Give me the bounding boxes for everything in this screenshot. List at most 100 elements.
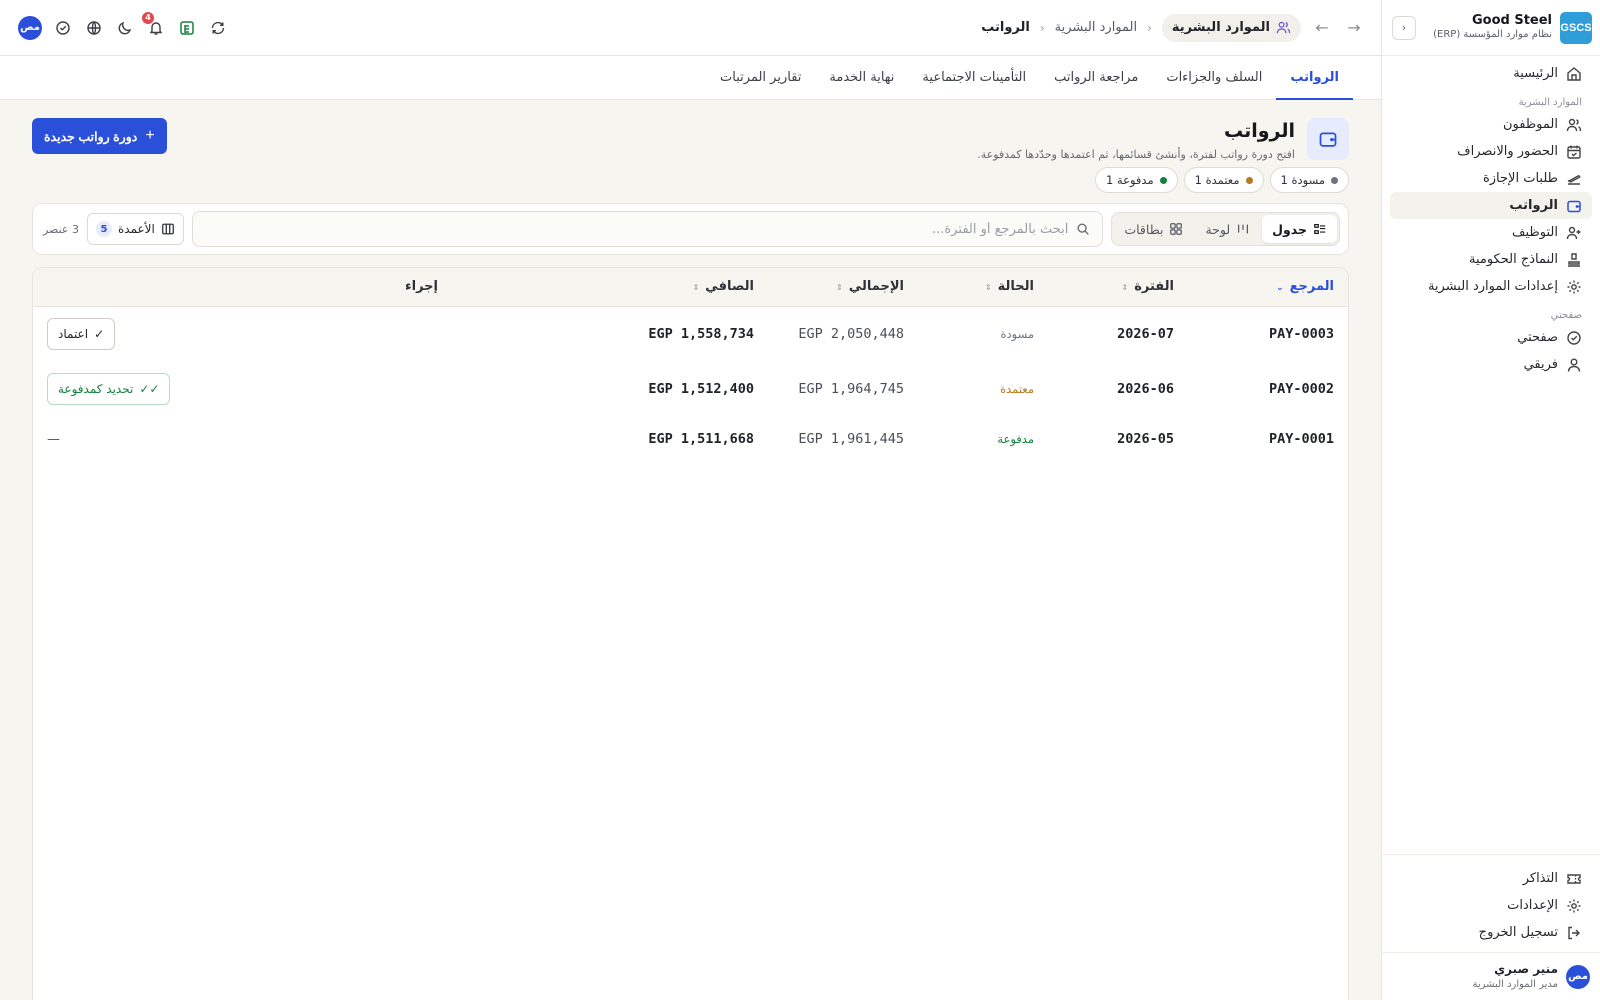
column-header-status[interactable]: الحالة ⇕ xyxy=(918,268,1048,307)
sidebar-item-my-team[interactable]: فريقي xyxy=(1390,351,1592,378)
status-chip-paid[interactable]: مدفوعة 1 xyxy=(1094,167,1178,193)
tab-end-of-service[interactable]: نهاية الخدمة xyxy=(815,56,908,100)
new-payroll-cycle-button[interactable]: + دورة رواتب جديدة xyxy=(32,118,167,154)
main-area: → ← الموارد البشرية ‹ الموارد البشرية ‹ … xyxy=(0,0,1381,1000)
item-count: 3 عنصر xyxy=(43,222,79,236)
column-header-label: الصافي xyxy=(705,279,754,295)
column-header-label: الفترة xyxy=(1134,279,1174,295)
spreadsheet-icon[interactable] xyxy=(177,18,197,38)
tab-payroll[interactable]: الرواتب xyxy=(1276,56,1353,100)
sidebar-item-logout[interactable]: تسجيل الخروج xyxy=(1390,919,1592,946)
sidebar-item-label: طلبات الإجازة xyxy=(1482,171,1558,186)
sidebar-item-label: النماذج الحكومية xyxy=(1468,252,1558,267)
avatar[interactable]: مص xyxy=(18,15,42,40)
plus-icon: + xyxy=(145,127,155,144)
kanban-icon xyxy=(1236,222,1250,236)
column-header-net[interactable]: الصافي ⇕ xyxy=(452,268,768,307)
sidebar-item-tickets[interactable]: التذاكر xyxy=(1390,865,1592,892)
view-table-button[interactable]: جدول xyxy=(1262,215,1337,243)
collapse-sidebar-button[interactable]: ‹ xyxy=(1392,15,1416,40)
sidebar-item-gov-forms[interactable]: النماذج الحكومية xyxy=(1390,246,1592,273)
globe-icon[interactable] xyxy=(84,18,104,38)
gear-icon xyxy=(1566,898,1582,914)
sidebar-item-label: تسجيل الخروج xyxy=(1478,925,1558,940)
logout-icon xyxy=(1566,925,1582,941)
page-content: الرواتب افتح دورة رواتب لفترة، وأنشئ قسا… xyxy=(0,100,1381,1000)
search-box xyxy=(191,211,1104,247)
plane-icon xyxy=(1566,171,1582,187)
sidebar-item-payroll[interactable]: الرواتب xyxy=(1390,192,1592,219)
tab-payroll-review[interactable]: مراجعة الرواتب xyxy=(1040,56,1152,100)
users-icon xyxy=(1276,20,1291,35)
topbar: → ← الموارد البشرية ‹ الموارد البشرية ‹ … xyxy=(0,0,1381,56)
sidebar-item-home[interactable]: الرئيسية xyxy=(1390,60,1592,87)
tab-social-insurance[interactable]: التأمينات الاجتماعية xyxy=(908,56,1040,100)
refresh-icon[interactable] xyxy=(208,18,228,38)
search-icon xyxy=(1076,222,1090,236)
sidebar-group-my-page: صفحتي xyxy=(1550,310,1582,321)
sort-icon: ⇕ xyxy=(984,283,992,293)
column-header-action: إجراء xyxy=(33,268,452,307)
topbar-actions: مص 4 xyxy=(18,11,228,40)
tab-payroll-reports[interactable]: تقارير المرتبات xyxy=(706,56,815,100)
view-cards-button[interactable]: بطاقات xyxy=(1114,215,1193,243)
sidebar-item-employees[interactable]: الموظفون xyxy=(1390,111,1592,138)
table-row[interactable]: PAY-0002 2026-06 معتمدة EGP 1,964,745 EG… xyxy=(33,361,1348,417)
column-header-period[interactable]: الفترة ⇕ xyxy=(1048,268,1188,307)
table-row[interactable]: PAY-0003 2026-07 مسودة EGP 2,050,448 EGP… xyxy=(33,306,1348,361)
user-role: مدير الموارد البشرية xyxy=(1472,978,1558,990)
status-chip-label: معتمدة 1 xyxy=(1194,173,1240,187)
sidebar-item-settings[interactable]: الإعدادات xyxy=(1390,892,1592,919)
user-plus-icon xyxy=(1566,225,1582,241)
column-header-label: إجراء xyxy=(404,279,438,295)
calendar-check-icon xyxy=(1566,144,1582,160)
arrow-right-icon[interactable]: → xyxy=(1343,17,1365,39)
approve-button[interactable]: ✓ اعتماد xyxy=(47,317,116,350)
status-chip-approved[interactable]: معتمدة 1 xyxy=(1183,167,1264,193)
view-board-button[interactable]: لوحة xyxy=(1195,215,1260,243)
page-heading: الرواتب افتح دورة رواتب لفترة، وأنشئ قسا… xyxy=(977,118,1349,161)
sidebar-item-my-page[interactable]: صفحتي xyxy=(1390,324,1592,351)
sidebar-header: GSCS Good Steel نظام موارد المؤسسة (ERP)… xyxy=(1382,0,1600,56)
page-header: الرواتب افتح دورة رواتب لفترة، وأنشئ قسا… xyxy=(32,118,1349,161)
columns-button[interactable]: الأعمدة 5 xyxy=(87,213,184,245)
search-input[interactable] xyxy=(204,221,1069,237)
sidebar-item-recruitment[interactable]: التوظيف xyxy=(1390,219,1592,246)
column-header-label: الحالة xyxy=(997,279,1034,295)
tab-advances-penalties[interactable]: السلف والجزاءات xyxy=(1152,56,1276,100)
table-row[interactable]: PAY-0001 2026-05 مدفوعة EGP 1,961,445 EG… xyxy=(33,417,1348,461)
status-chip-draft[interactable]: مسودة 1 xyxy=(1269,167,1349,193)
sidebar-item-label: إعدادات الموارد البشرية xyxy=(1427,279,1558,294)
sidebar-item-attendance[interactable]: الحضور والانصراف xyxy=(1390,138,1592,165)
breadcrumb-module[interactable]: الموارد البشرية xyxy=(1161,13,1301,42)
sidebar: GSCS Good Steel نظام موارد المؤسسة (ERP)… xyxy=(1381,0,1600,1000)
table-header-row: المرجع⌄ الفترة⇕ الحالة ⇕ الإجمالي⇕ الصافي… xyxy=(33,268,1348,307)
mark-paid-button[interactable]: ✓✓ تحديد كمدفوعة xyxy=(47,373,171,405)
column-header-gross[interactable]: الإجمالي ⇕ xyxy=(768,268,918,307)
status-chip-label: مسودة 1 xyxy=(1280,173,1326,187)
column-header-ref[interactable]: المرجع ⌄ xyxy=(1188,268,1348,307)
breadcrumb-section[interactable]: الموارد البشرية xyxy=(1055,20,1137,35)
sidebar-item-label: التوظيف xyxy=(1512,225,1558,240)
home-icon xyxy=(1566,66,1582,82)
sidebar-item-leave[interactable]: طلبات الإجازة xyxy=(1390,165,1592,192)
sidebar-bottom: التذاكر الإعدادات تسجيل الخروج xyxy=(1382,854,1600,952)
view-table-label: جدول xyxy=(1272,221,1307,237)
user-info: منير صبري مدير الموارد البشرية xyxy=(1472,962,1558,991)
cell-status: معتمدة xyxy=(1000,382,1034,396)
check-circle-icon[interactable] xyxy=(53,18,73,38)
arrow-left-icon[interactable]: ← xyxy=(1311,17,1333,39)
bell-icon[interactable]: 4 xyxy=(142,11,166,38)
no-action: — xyxy=(47,431,60,447)
user-profile[interactable]: مص منير صبري مدير الموارد البشرية xyxy=(1382,952,1600,1000)
sidebar-item-hr-settings[interactable]: إعدادات الموارد البشرية xyxy=(1390,273,1592,300)
payroll-tabs: الرواتب السلف والجزاءات مراجعة الرواتب ا… xyxy=(0,56,1381,100)
app-shell: GSCS Good Steel نظام موارد المؤسسة (ERP)… xyxy=(0,0,1600,1000)
brand-subtitle: نظام موارد المؤسسة (ERP) xyxy=(1433,29,1552,41)
status-chips: مسودة 1 معتمدة 1 مدفوعة 1 xyxy=(32,167,1349,193)
sort-desc-icon: ⌄ xyxy=(1276,283,1284,294)
cell-status: مسودة xyxy=(1000,326,1034,341)
moon-icon[interactable] xyxy=(115,18,135,38)
payroll-table-card: المرجع⌄ الفترة⇕ الحالة ⇕ الإجمالي⇕ الصافي… xyxy=(32,267,1349,1000)
cell-net: EGP 1,512,400 xyxy=(648,381,754,397)
